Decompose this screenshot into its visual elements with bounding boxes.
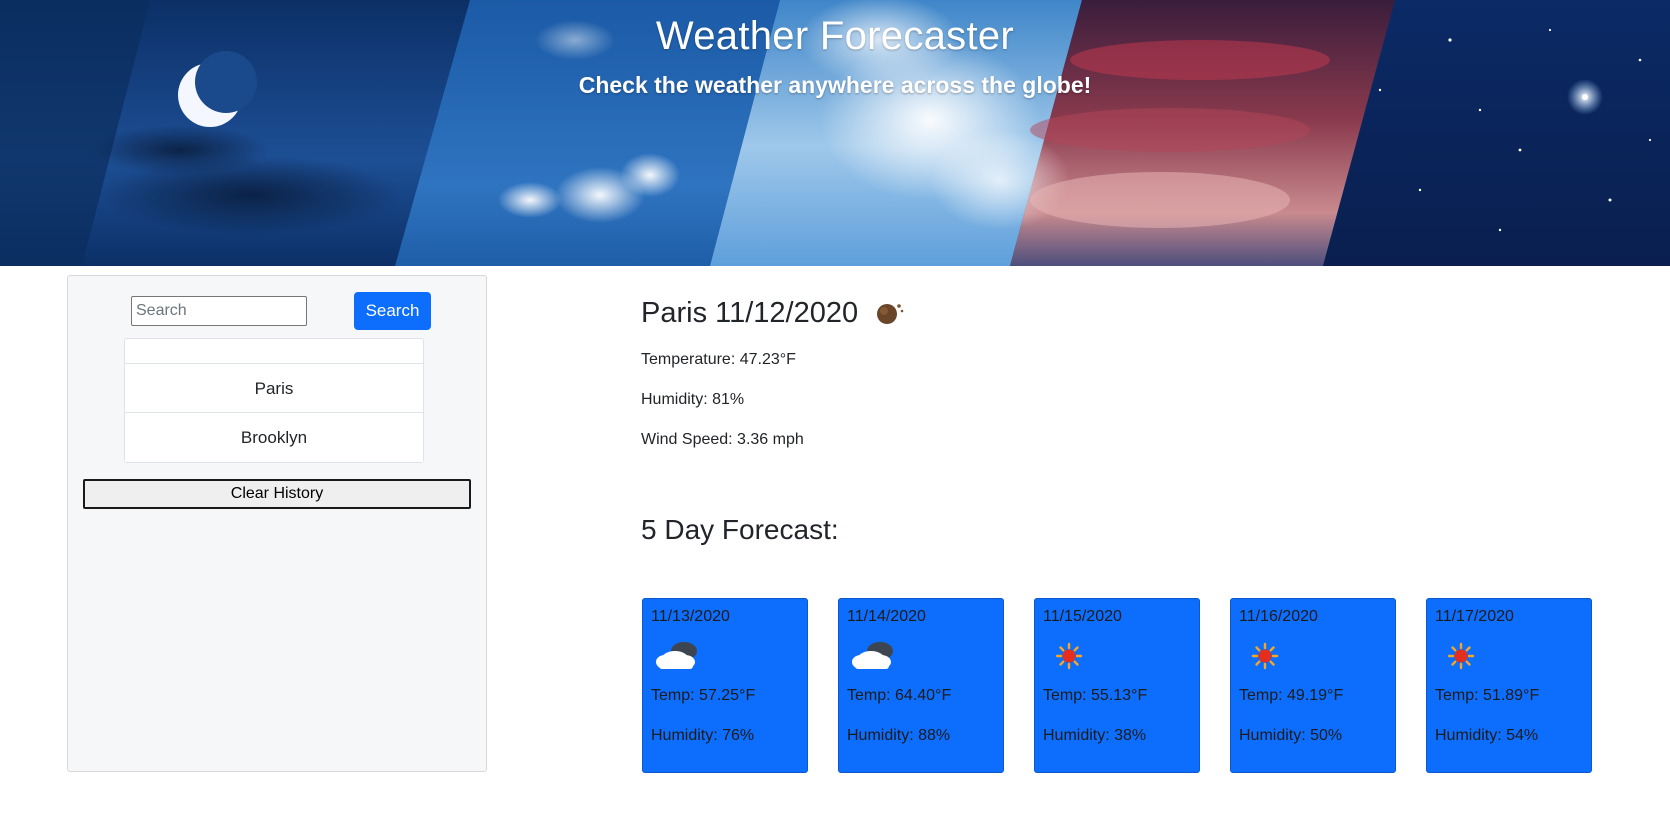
current-date: 11/12/2020 [715, 296, 859, 329]
forecast-card: 11/14/2020 Temp: 64.40°F Humidity: 88% [838, 598, 1004, 773]
current-humidity: Humidity: 81% [641, 391, 745, 408]
search-button[interactable]: Search [354, 292, 431, 330]
forecast-date: 11/14/2020 [847, 608, 926, 625]
forecast-date: 11/17/2020 [1435, 608, 1514, 625]
forecast-card: 11/13/2020 Temp: 57.25°F Humidity: 76% [642, 598, 808, 773]
forecast-temp: Temp: 49.19°F [1239, 687, 1344, 704]
search-history-list: Paris Brooklyn [124, 338, 424, 463]
cloudy-icon [852, 642, 893, 669]
current-wind-speed: Wind Speed: 3.36 mph [641, 431, 804, 448]
search-sidebar: Search Paris Brooklyn Clear History [67, 275, 487, 772]
forecast-date: 11/15/2020 [1043, 608, 1122, 625]
forecast-humidity: Humidity: 54% [1435, 727, 1539, 744]
forecast-humidity: Humidity: 76% [651, 727, 755, 744]
search-input[interactable] [131, 296, 307, 326]
sun-icon [1251, 642, 1279, 670]
cloudy-icon [656, 642, 697, 669]
night-clear-icon [877, 304, 904, 324]
clear-history-button[interactable]: Clear History [83, 479, 471, 509]
forecast-temp: Temp: 55.13°F [1043, 687, 1148, 704]
forecast-date: 11/13/2020 [651, 608, 730, 625]
forecast-heading: 5 Day Forecast: [641, 514, 839, 545]
forecast-temp: Temp: 57.25°F [651, 687, 756, 704]
forecast-cards: 11/13/2020 Temp: 57.25°F Humidity: 76% 1… [642, 598, 1592, 773]
page-subtitle: Check the weather anywhere across the gl… [578, 72, 1092, 98]
hero-banner: Weather Forecaster Check the weather any… [0, 0, 1670, 266]
history-item-paris[interactable]: Paris [125, 364, 423, 413]
forecast-card: 11/16/2020 Temp: 49.19°F Humidity: 50% [1230, 598, 1396, 773]
forecast-date: 11/16/2020 [1239, 608, 1318, 625]
forecast-card: 11/15/2020 Temp: 55.13°F Humidity: 38% [1034, 598, 1200, 773]
current-city-title: Paris 11/12/2020 [641, 297, 858, 330]
current-temperature: Temperature: 47.23°F [641, 351, 796, 368]
current-weather: Paris 11/12/2020 Temperature: 47.23°F Hu… [641, 293, 1541, 448]
forecast-temp: Temp: 64.40°F [847, 687, 952, 704]
forecast-humidity: Humidity: 50% [1239, 727, 1343, 744]
forecast-temp: Temp: 51.89°F [1435, 687, 1540, 704]
forecast-humidity: Humidity: 38% [1043, 727, 1147, 744]
forecast-humidity: Humidity: 88% [847, 727, 951, 744]
sun-icon [1447, 642, 1475, 670]
history-item-empty[interactable] [125, 339, 423, 364]
history-item-brooklyn[interactable]: Brooklyn [125, 413, 423, 462]
city-name: Paris [641, 296, 708, 329]
page-title: Weather Forecaster [655, 14, 1015, 58]
sun-icon [1055, 642, 1083, 670]
forecast-card: 11/17/2020 Temp: 51.89°F Humidity: 54% [1426, 598, 1592, 773]
